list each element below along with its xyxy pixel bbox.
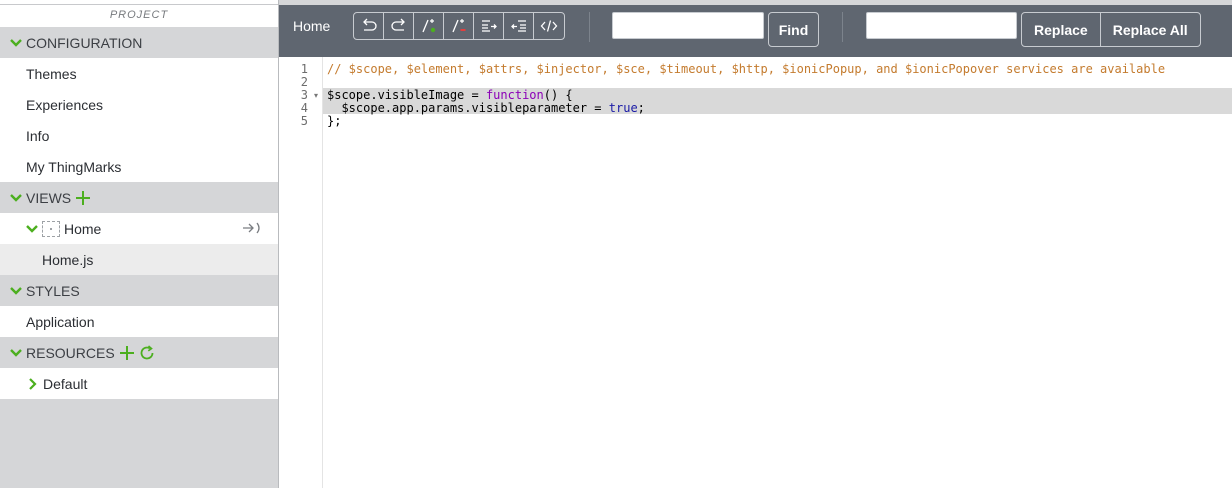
edit-button-group xyxy=(353,12,565,40)
comment-remove-icon xyxy=(451,19,465,33)
sidebar-item-label: My ThingMarks xyxy=(26,158,122,175)
find-button[interactable]: Find xyxy=(768,12,819,47)
project-label: PROJECT xyxy=(0,5,278,27)
chevron-down-icon xyxy=(10,286,22,295)
outdent-button[interactable] xyxy=(504,13,534,39)
code-keyword: function xyxy=(485,88,544,102)
toolbar-separator xyxy=(842,12,843,42)
indent-button[interactable] xyxy=(474,13,504,39)
code-token: ; xyxy=(637,101,645,115)
resource-item-default[interactable]: Default xyxy=(0,368,278,399)
chevron-down-icon[interactable] xyxy=(25,222,39,236)
project-sidebar: PROJECT CONFIGURATION Themes Experiences… xyxy=(0,0,279,488)
editor-title: Home xyxy=(293,18,331,34)
sidebar-item-info[interactable]: Info xyxy=(0,120,278,151)
remove-comment-button[interactable] xyxy=(444,13,474,39)
code-line-1: // $scope, $element, $attrs, $injector, … xyxy=(327,63,1165,76)
replace-button-group: Replace Replace All xyxy=(1021,12,1201,47)
replace-button[interactable]: Replace xyxy=(1022,13,1101,46)
add-resource-icon[interactable] xyxy=(119,345,135,361)
code-format-icon xyxy=(540,20,558,32)
navigate-to-view-icon[interactable] xyxy=(242,221,262,235)
sidebar-item-themes[interactable]: Themes xyxy=(0,58,278,89)
undo-icon xyxy=(362,18,377,31)
code-token: $scope.app.params.visibleparameter = xyxy=(327,101,609,115)
chevron-right-icon[interactable] xyxy=(27,377,39,391)
format-code-button[interactable] xyxy=(534,13,564,39)
fold-arrow-icon[interactable]: ▾ xyxy=(314,89,318,102)
section-label: RESOURCES xyxy=(26,344,115,361)
section-header-resources[interactable]: RESOURCES xyxy=(0,337,278,368)
chevron-down-icon xyxy=(10,348,22,357)
comment-add-icon xyxy=(421,19,435,33)
code-area[interactable]: // $scope, $element, $attrs, $injector, … xyxy=(323,57,1232,488)
view-label: Home xyxy=(64,220,102,237)
chevron-down-icon xyxy=(10,193,22,202)
replace-all-button[interactable]: Replace All xyxy=(1101,13,1200,46)
section-label: CONFIGURATION xyxy=(26,34,143,51)
add-comment-button[interactable] xyxy=(414,13,444,39)
section-label: VIEWS xyxy=(26,189,72,206)
toolbar-separator xyxy=(589,12,590,42)
find-input[interactable] xyxy=(612,12,764,39)
redo-icon xyxy=(390,18,405,31)
sidebar-item-application[interactable]: Application xyxy=(0,306,278,337)
undo-button[interactable] xyxy=(354,13,384,39)
code-constant: true xyxy=(608,101,638,115)
section-label: STYLES xyxy=(26,282,80,299)
line-number: 5 xyxy=(300,114,308,128)
add-view-icon[interactable] xyxy=(75,190,91,206)
file-item-home-js[interactable]: Home.js xyxy=(0,244,278,275)
chevron-down-icon xyxy=(10,38,22,47)
editor-toolbar: Home Find Replace Replace All xyxy=(279,0,1232,57)
code-line-5: }; xyxy=(327,114,342,128)
sidebar-item-my-thingmarks[interactable]: My ThingMarks xyxy=(0,151,278,182)
code-line-4: $scope.app.params.visibleparameter = tru… xyxy=(327,101,645,115)
line-number-gutter: 1 2 3 ▾ 4 5 xyxy=(279,57,323,488)
replace-input[interactable] xyxy=(866,12,1017,39)
code-token: $scope.visibleImage = xyxy=(327,88,486,102)
sidebar-item-label: Experiences xyxy=(26,96,104,113)
sidebar-item-label: Themes xyxy=(26,65,77,82)
sidebar-item-experiences[interactable]: Experiences xyxy=(0,89,278,120)
code-token: () { xyxy=(543,88,573,102)
section-header-configuration[interactable]: CONFIGURATION xyxy=(0,27,278,58)
resource-label: Default xyxy=(43,375,88,392)
refresh-icon[interactable] xyxy=(139,344,155,361)
redo-button[interactable] xyxy=(384,13,414,39)
code-comment: // $scope, $element, $attrs, $injector, … xyxy=(327,62,1166,76)
outdent-icon xyxy=(510,20,526,32)
sidebar-item-label: Info xyxy=(26,127,50,144)
sidebar-item-label: Application xyxy=(26,313,95,330)
code-editor[interactable]: 1 2 3 ▾ 4 5 // $scope, $element, $attrs,… xyxy=(279,57,1232,488)
section-header-views[interactable]: VIEWS xyxy=(0,182,278,213)
file-label: Home.js xyxy=(42,251,94,268)
indent-icon xyxy=(481,20,497,32)
section-header-styles[interactable]: STYLES xyxy=(0,275,278,306)
view-thumbnail-icon xyxy=(42,220,60,237)
view-item-home[interactable]: Home xyxy=(0,213,278,244)
